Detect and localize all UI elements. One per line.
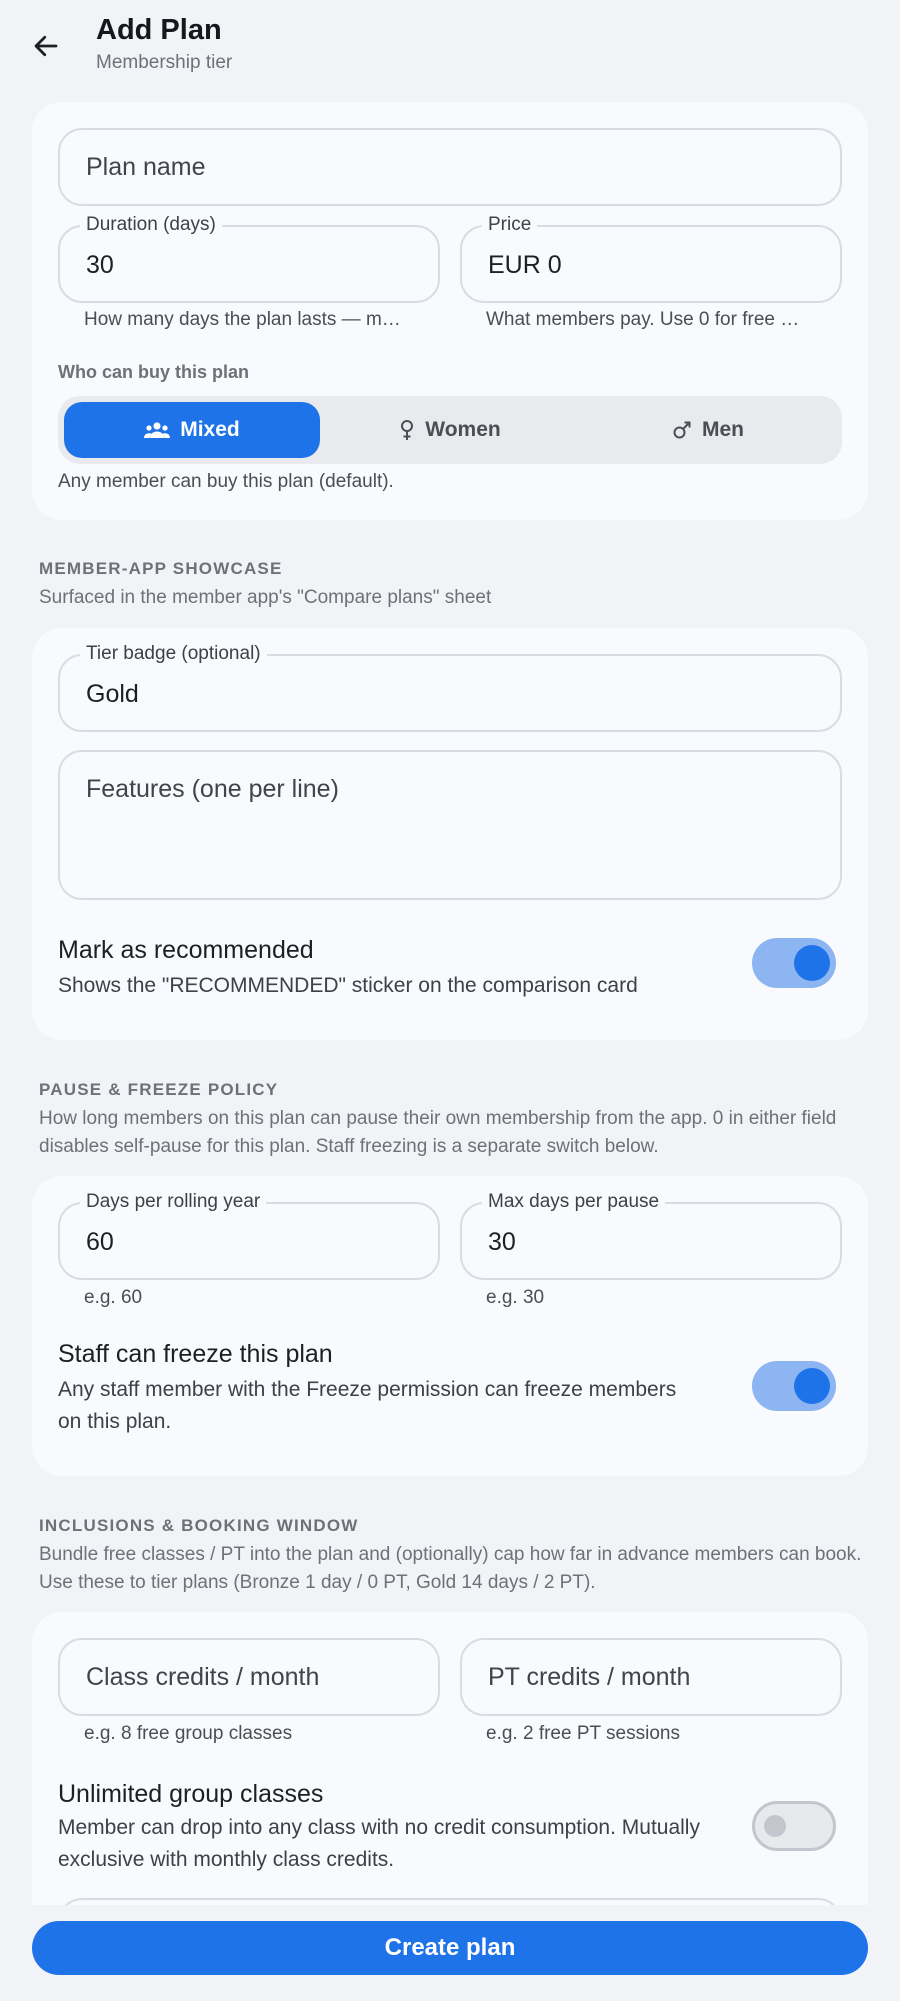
pt-credits-helper: e.g. 2 free PT sessions [486,1723,680,1744]
plan-name-placeholder: Plan name [86,153,206,181]
price-value: EUR 0 [488,251,562,279]
recommended-title: Mark as recommended [58,936,314,964]
pt-credits-input[interactable]: PT credits / month [460,1638,842,1716]
staff-freeze-subtitle: Any staff member with the Freeze permiss… [58,1378,677,1433]
switch-knob [794,945,830,981]
tier-badge-value: Gold [86,680,139,708]
arrow-left-icon [34,35,58,57]
staff-freeze-switch[interactable] [752,1361,836,1411]
max-per-pause-label: Max days per pause [482,1191,666,1213]
buyer-segmented-control: Mixed Women Men [58,396,842,464]
features-textarea[interactable]: Features (one per line) [58,750,842,900]
section-title-showcase: MEMBER-APP SHOWCASE [39,559,283,578]
segment-men[interactable]: Men [580,402,836,458]
create-plan-button[interactable]: Create plan [32,1921,868,1975]
buyer-label: Who can buy this plan [58,362,250,382]
page-title: Add Plan [96,14,222,46]
switch-knob [794,1368,830,1404]
max-per-pause-value: 30 [488,1228,516,1256]
tier-badge-label: Tier badge (optional) [80,643,267,665]
recommended-switch[interactable] [752,938,836,988]
male-icon [673,421,691,439]
unlimited-title: Unlimited group classes [58,1780,324,1808]
pt-credits-placeholder: PT credits / month [488,1663,691,1691]
segment-women[interactable]: Women [322,402,578,458]
tier-badge-input[interactable]: Tier badge (optional) Gold [58,643,842,732]
duration-value: 30 [86,251,114,279]
switch-knob [764,1815,786,1837]
section-title-inclusions: INCLUSIONS & BOOKING WINDOW [39,1516,359,1535]
app-bar: Add Plan Membership tier [0,0,900,90]
buyer-helper: Any member can buy this plan (default). [58,471,394,492]
segment-women-label: Women [425,418,501,441]
group-icon [144,422,171,438]
price-input[interactable]: Price EUR 0 [460,214,842,303]
days-per-year-value: 60 [86,1228,114,1256]
female-icon [401,420,414,440]
segment-men-label: Men [702,418,744,441]
max-per-pause-helper: e.g. 30 [486,1287,545,1308]
section-desc-pause: How long members on this plan can pause … [39,1108,837,1157]
days-per-year-helper: e.g. 60 [84,1287,143,1308]
unlimited-subtitle: Member can drop into any class with no c… [58,1816,700,1871]
section-desc-showcase: Surfaced in the member app's "Compare pl… [39,587,492,608]
features-placeholder: Features (one per line) [86,775,339,803]
duration-helper: How many days the plan lasts — m… [84,309,401,330]
segment-mixed-label: Mixed [180,418,240,441]
section-title-pause: PAUSE & FREEZE POLICY [39,1080,279,1099]
plan-name-input[interactable]: Plan name [58,128,842,206]
class-credits-placeholder: Class credits / month [86,1663,320,1691]
duration-input[interactable]: Duration (days) 30 [58,214,440,303]
class-credits-helper: e.g. 8 free group classes [84,1723,293,1744]
max-per-pause-input[interactable]: Max days per pause 30 [460,1191,842,1280]
section-desc-inclusions: Bundle free classes / PT into the plan a… [39,1544,862,1593]
bottom-action-bar: Create plan [0,1905,900,2001]
price-helper: What members pay. Use 0 for free … [486,309,800,330]
class-credits-input[interactable]: Class credits / month [58,1638,440,1716]
back-button[interactable] [26,26,66,66]
recommended-subtitle: Shows the "RECOMMENDED" sticker on the c… [58,974,638,997]
duration-label: Duration (days) [80,214,222,236]
unlimited-switch[interactable] [752,1801,836,1851]
page-subtitle: Membership tier [96,52,233,73]
days-per-year-input[interactable]: Days per rolling year 60 [58,1191,440,1280]
days-per-year-label: Days per rolling year [80,1191,267,1213]
staff-freeze-title: Staff can freeze this plan [58,1340,333,1368]
price-label: Price [482,214,538,236]
segment-mixed[interactable]: Mixed [64,402,320,458]
